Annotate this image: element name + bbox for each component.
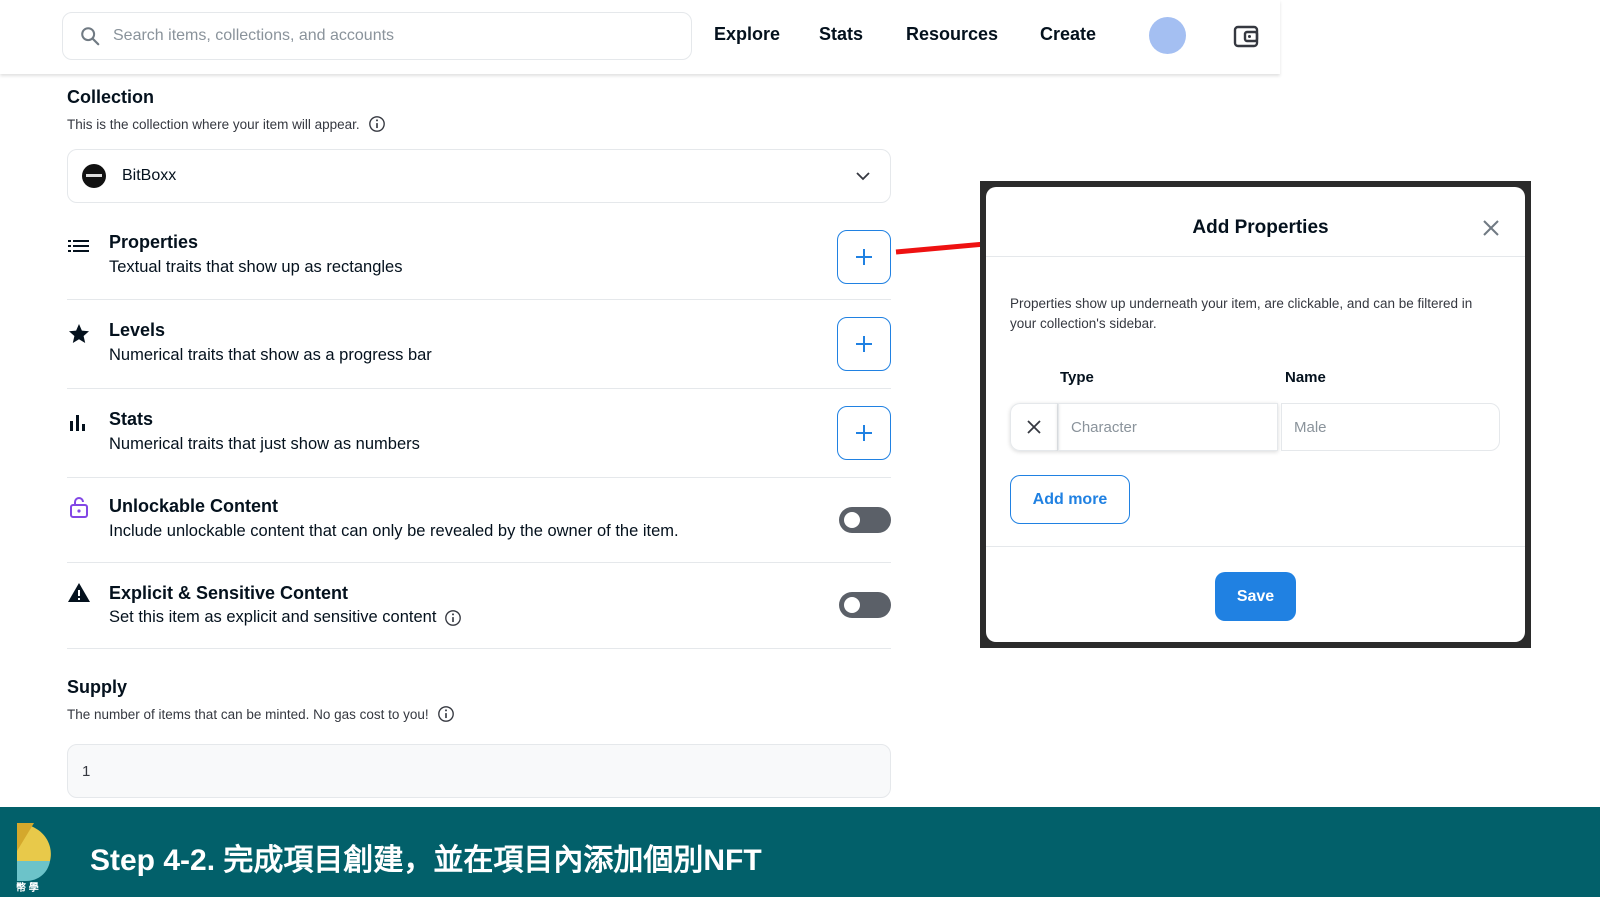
- star-icon: [69, 324, 89, 343]
- search-placeholder: Search items, collections, and accounts: [113, 27, 395, 44]
- explicit-desc-text: Set this item as explicit and sensitive …: [109, 608, 437, 626]
- lock-icon: [70, 497, 88, 518]
- stats-desc: Numerical traits that just show as numbe…: [109, 435, 420, 453]
- bar-chart-icon: [70, 415, 85, 431]
- remove-property-button[interactable]: [1010, 403, 1058, 451]
- modal-description: Properties show up underneath your item,…: [1010, 296, 1473, 331]
- unlockable-title: Unlockable Content: [109, 496, 279, 516]
- nav-stats-link[interactable]: Stats: [819, 24, 863, 45]
- info-icon[interactable]: [444, 609, 462, 627]
- close-icon[interactable]: [1482, 219, 1500, 237]
- nav-explore-link[interactable]: Explore: [714, 24, 780, 45]
- collection-logo: [82, 164, 106, 188]
- brand-logo-text: 幣 學: [16, 883, 39, 894]
- levels-title: Levels: [109, 320, 166, 340]
- nav-create-link[interactable]: Create: [1040, 24, 1096, 45]
- name-input[interactable]: Male: [1281, 403, 1500, 451]
- banner-title: Step 4-2. 完成項目創建，並在項目內添加個別NFT: [90, 844, 762, 877]
- supply-input[interactable]: 1: [67, 744, 891, 798]
- supply-subtitle-text: The number of items that can be minted. …: [67, 706, 429, 722]
- add-more-button[interactable]: Add more: [1010, 475, 1130, 524]
- plus-icon: [856, 249, 872, 265]
- wallet-icon[interactable]: [1232, 22, 1260, 50]
- search-icon: [81, 27, 100, 46]
- plus-icon: [856, 336, 872, 352]
- supply-title: Supply: [67, 677, 128, 697]
- collection-subtitle: This is the collection where your item w…: [67, 115, 386, 133]
- properties-row: Properties Textual traits that show up a…: [67, 225, 891, 300]
- unlockable-content-row: Unlockable Content Include unlockable co…: [67, 491, 891, 563]
- chevron-down-icon: [856, 172, 870, 181]
- stats-row: Stats Numerical traits that just show as…: [67, 402, 891, 478]
- collection-title: Collection: [67, 87, 155, 107]
- plus-icon: [856, 425, 872, 441]
- bottom-banner: 幣 學 Step 4-2. 完成項目創建，並在項目內添加個別NFT: [0, 807, 1600, 897]
- collection-selected-value: BitBoxx: [122, 167, 177, 184]
- nav-resources-link[interactable]: Resources: [906, 24, 998, 45]
- levels-row: Levels Numerical traits that show as a p…: [67, 313, 891, 389]
- explicit-title: Explicit & Sensitive Content: [109, 583, 349, 603]
- unlockable-desc: Include unlockable content that can only…: [109, 522, 679, 540]
- modal-header-divider: [986, 256, 1525, 257]
- close-icon: [1027, 420, 1041, 434]
- properties-title: Properties: [109, 232, 199, 252]
- name-column-label: Name: [1285, 369, 1326, 386]
- avatar[interactable]: [1149, 17, 1186, 54]
- list-icon: [68, 240, 89, 252]
- type-input[interactable]: Character: [1058, 403, 1278, 451]
- top-nav-bar: Search items, collections, and accounts …: [0, 0, 1280, 74]
- info-icon[interactable]: [437, 705, 455, 723]
- modal-title: Add Properties: [1192, 217, 1329, 238]
- explicit-toggle[interactable]: [839, 592, 891, 618]
- add-stats-button[interactable]: [837, 406, 891, 460]
- modal-frame: Add Properties Properties show up undern…: [980, 181, 1531, 648]
- unlockable-toggle[interactable]: [839, 507, 891, 533]
- add-levels-button[interactable]: [837, 317, 891, 371]
- stats-title: Stats: [109, 409, 154, 429]
- properties-desc: Textual traits that show up as rectangle…: [109, 258, 403, 276]
- property-row: Character Male: [1010, 403, 1502, 451]
- warning-icon: [68, 583, 90, 602]
- search-bar[interactable]: Search items, collections, and accounts: [62, 12, 692, 60]
- explicit-content-row: Explicit & Sensitive Content Set this it…: [67, 576, 891, 649]
- collection-select[interactable]: BitBoxx: [67, 149, 891, 203]
- supply-subtitle: The number of items that can be minted. …: [67, 705, 455, 723]
- explicit-desc: Set this item as explicit and sensitive …: [109, 608, 462, 627]
- add-properties-modal: Add Properties Properties show up undern…: [986, 187, 1525, 642]
- add-properties-button[interactable]: [837, 230, 891, 284]
- info-icon[interactable]: [368, 115, 386, 133]
- levels-desc: Numerical traits that show as a progress…: [109, 346, 432, 364]
- collection-subtitle-text: This is the collection where your item w…: [67, 116, 360, 132]
- save-button[interactable]: Save: [1215, 572, 1296, 621]
- modal-footer-divider: [986, 546, 1525, 547]
- type-column-label: Type: [1060, 369, 1094, 386]
